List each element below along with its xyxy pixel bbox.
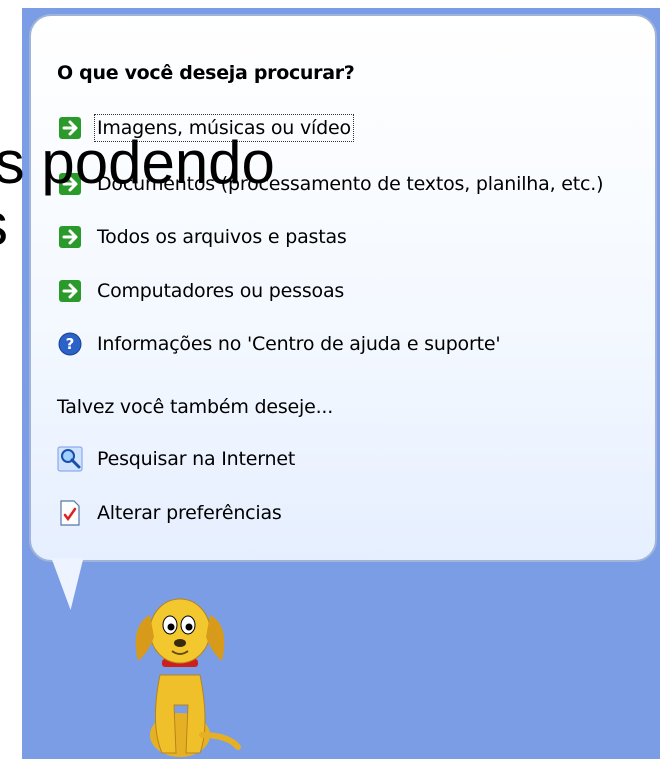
option-label: Alterar preferências xyxy=(97,502,282,524)
search-question-heading: O que você deseja procurar? xyxy=(57,62,355,84)
svg-text:?: ? xyxy=(66,335,75,353)
option-search-internet[interactable]: Pesquisar na Internet xyxy=(57,445,295,473)
search-dog-mascot-icon[interactable] xyxy=(110,585,250,759)
option-label: Pesquisar na Internet xyxy=(97,448,296,470)
internet-search-icon xyxy=(57,446,83,472)
help-icon: ? xyxy=(57,331,83,357)
also-want-subheading: Talvez você também deseje... xyxy=(57,396,334,418)
overlay-line-2: s xyxy=(0,191,8,258)
option-label: Informações no 'Centro de ajuda e suport… xyxy=(97,333,501,355)
slide-overlay-text: /s podendo s xyxy=(0,132,275,256)
green-arrow-icon xyxy=(57,278,83,304)
overlay-line-1: /s podendo xyxy=(0,129,275,196)
option-label: Computadores ou pessoas xyxy=(97,280,345,302)
option-help-support[interactable]: ? Informações no 'Centro de ajuda e supo… xyxy=(57,330,501,358)
option-change-preferences[interactable]: Alterar preferências xyxy=(57,499,282,527)
option-computers-people[interactable]: Computadores ou pessoas xyxy=(57,277,344,305)
preferences-icon xyxy=(57,500,83,526)
